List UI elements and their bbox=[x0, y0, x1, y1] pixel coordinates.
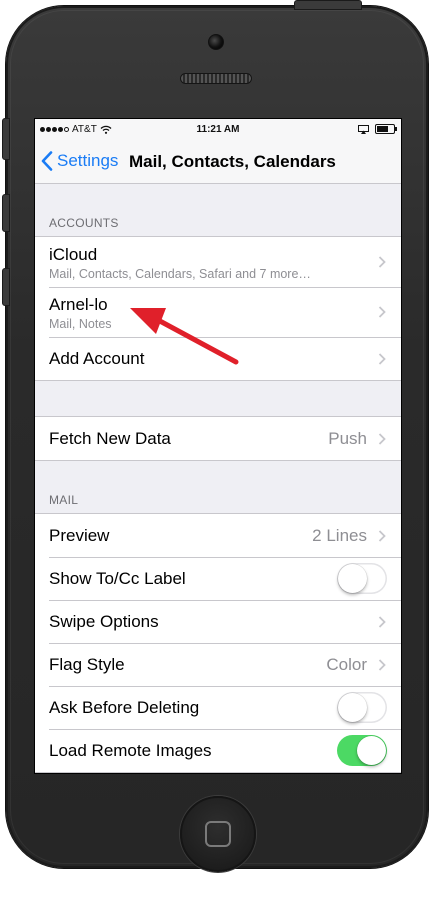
ask-before-deleting-row: Ask Before Deleting bbox=[35, 686, 401, 729]
chevron-right-icon bbox=[378, 659, 386, 671]
row-title: Arnel-lo bbox=[49, 295, 108, 314]
page-title: Mail, Contacts, Calendars bbox=[129, 152, 336, 171]
earpiece-speaker bbox=[180, 73, 252, 84]
toggle-knob bbox=[357, 736, 386, 765]
add-account-row[interactable]: Add Account bbox=[35, 337, 401, 380]
row-title: Show To/Cc Label bbox=[49, 569, 186, 588]
mail-group: Preview 2 Lines Show To/Cc Label Swipe O… bbox=[35, 513, 401, 773]
volume-up-button bbox=[2, 194, 10, 232]
status-bar: AT&T 11:21 AM bbox=[35, 119, 401, 141]
row-title: Preview bbox=[49, 526, 110, 545]
row-title: iCloud bbox=[49, 245, 98, 264]
power-button bbox=[294, 0, 362, 10]
chevron-left-icon bbox=[41, 151, 53, 171]
swipe-options-row[interactable]: Swipe Options bbox=[35, 600, 401, 643]
fetch-new-data-row[interactable]: Fetch New Data Push bbox=[35, 417, 401, 460]
row-subtitle: Mail, Contacts, Calendars, Safari and 7 … bbox=[49, 267, 311, 281]
back-label: Settings bbox=[57, 151, 119, 170]
home-button[interactable] bbox=[180, 796, 256, 872]
row-title: Ask Before Deleting bbox=[49, 698, 200, 717]
show-to-cc-label-row: Show To/Cc Label bbox=[35, 557, 401, 600]
ask-before-deleting-toggle[interactable] bbox=[337, 692, 387, 723]
flag-style-row[interactable]: Flag Style Color bbox=[35, 643, 401, 686]
airplay-icon bbox=[358, 124, 369, 134]
row-title: Swipe Options bbox=[49, 612, 159, 631]
toggle-knob bbox=[338, 564, 367, 593]
row-subtitle: Mail, Notes bbox=[49, 317, 112, 331]
row-value: Push bbox=[328, 429, 367, 448]
chevron-right-icon bbox=[378, 530, 386, 542]
volume-down-button bbox=[2, 268, 10, 306]
chevron-right-icon bbox=[378, 256, 386, 268]
row-value: 2 Lines bbox=[312, 526, 367, 545]
accounts-group: iCloud Mail, Contacts, Calendars, Safari… bbox=[35, 236, 401, 381]
row-title: Load Remote Images bbox=[49, 741, 212, 760]
section-header-mail: MAIL bbox=[49, 493, 79, 507]
row-title: Add Account bbox=[49, 349, 145, 368]
load-remote-images-toggle[interactable] bbox=[337, 735, 387, 766]
show-to-cc-toggle[interactable] bbox=[337, 563, 387, 594]
chevron-right-icon bbox=[378, 353, 386, 365]
battery-icon bbox=[375, 124, 397, 134]
row-title: Fetch New Data bbox=[49, 429, 171, 448]
account-row-icloud[interactable]: iCloud Mail, Contacts, Calendars, Safari… bbox=[35, 237, 401, 287]
toggle-knob bbox=[338, 693, 367, 722]
section-header-accounts: ACCOUNTS bbox=[49, 216, 119, 230]
fetch-group: Fetch New Data Push bbox=[35, 416, 401, 461]
load-remote-images-row: Load Remote Images bbox=[35, 729, 401, 772]
status-time: 11:21 AM bbox=[196, 124, 240, 135]
navigation-bar: Settings Mail, Contacts, Calendars bbox=[35, 141, 401, 184]
row-value: Color bbox=[326, 655, 367, 674]
home-square-icon bbox=[205, 821, 231, 847]
account-row-arnel[interactable]: Arnel-lo Mail, Notes bbox=[35, 287, 401, 337]
back-button[interactable]: Settings bbox=[41, 151, 118, 171]
chevron-right-icon bbox=[378, 616, 386, 628]
mute-switch bbox=[2, 118, 10, 160]
row-title: Flag Style bbox=[49, 655, 125, 674]
front-camera bbox=[208, 34, 224, 50]
phone-screen: AT&T 11:21 AM Settings Mail, Contacts, C… bbox=[34, 118, 402, 774]
preview-row[interactable]: Preview 2 Lines bbox=[35, 514, 401, 557]
chevron-right-icon bbox=[378, 306, 386, 318]
chevron-right-icon bbox=[378, 433, 386, 445]
